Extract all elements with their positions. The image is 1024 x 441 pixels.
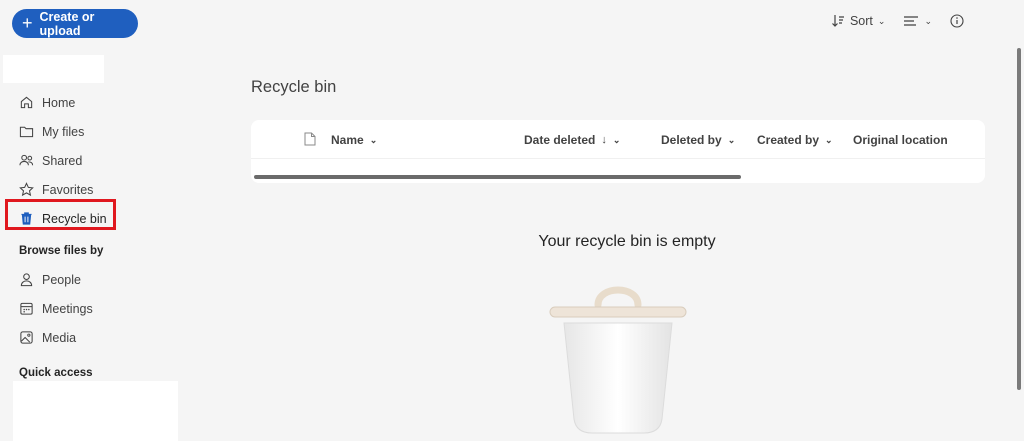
chevron-down-icon: ⌄	[369, 134, 378, 145]
sidebar-item-home[interactable]: Home	[0, 88, 180, 117]
empty-state-message: Your recycle bin is empty	[538, 233, 716, 250]
sidebar-item-people[interactable]: People	[0, 265, 180, 294]
calendar-icon	[20, 302, 33, 315]
column-label: Deleted by	[661, 133, 722, 147]
sidebar-item-label: People	[42, 272, 81, 287]
chevron-down-icon: ⌄	[727, 134, 736, 145]
table-header: Name ⌄ Date deleted ↓ ⌄ Deleted by ⌄ Cre…	[251, 120, 985, 159]
account-placeholder	[3, 55, 104, 83]
sort-label: Sort	[849, 14, 873, 28]
page-title: Recycle bin	[251, 78, 337, 96]
chevron-down-icon: ⌄	[877, 15, 886, 26]
sidebar-item-label: Meetings	[42, 301, 93, 316]
sidebar-item-shared[interactable]: Shared	[0, 146, 180, 175]
chevron-down-icon: ⌄	[924, 15, 932, 26]
info-icon	[950, 14, 964, 28]
sidebar-item-label: Home	[42, 95, 76, 110]
column-label: Name	[331, 133, 364, 147]
column-label: Original location	[853, 133, 948, 147]
quick-access-heading: Quick access	[19, 367, 93, 379]
toolbar: Sort ⌄ ⌄	[831, 14, 964, 28]
sidebar-item-label: Shared	[42, 153, 83, 168]
horizontal-scrollbar[interactable]	[254, 175, 741, 179]
browse-nav: People Meetings Media	[0, 265, 180, 352]
home-icon	[20, 96, 33, 109]
sort-button[interactable]: Sort ⌄	[831, 14, 885, 28]
vertical-scrollbar[interactable]	[1017, 48, 1021, 390]
chevron-down-icon: ⌄	[612, 134, 621, 145]
column-header-date-deleted[interactable]: Date deleted ↓ ⌄	[524, 133, 620, 147]
column-label: Date deleted	[524, 133, 596, 147]
file-type-icon	[304, 132, 316, 146]
file-table: Name ⌄ Date deleted ↓ ⌄ Deleted by ⌄ Cre…	[251, 120, 985, 183]
create-or-upload-label: Create or upload	[39, 9, 95, 38]
folder-icon	[19, 126, 34, 138]
sidebar-item-label: Favorites	[42, 182, 94, 197]
sidebar-item-meetings[interactable]: Meetings	[0, 294, 180, 323]
sort-icon	[832, 15, 844, 27]
column-header-created-by[interactable]: Created by ⌄	[757, 133, 833, 147]
sidebar-item-label: Media	[42, 330, 77, 345]
people-icon	[19, 154, 34, 166]
chevron-down-icon: ⌄	[825, 134, 833, 145]
column-header-deleted-by[interactable]: Deleted by ⌄	[661, 133, 735, 147]
sidebar-item-media[interactable]: Media	[0, 323, 180, 352]
recycle-bin-highlight	[5, 199, 116, 230]
view-options-button[interactable]: ⌄	[903, 15, 932, 27]
sidebar-item-label: My files	[42, 124, 85, 139]
person-icon	[20, 273, 33, 287]
plus-icon: +	[22, 12, 33, 33]
list-view-icon	[904, 16, 919, 26]
column-header-original-location[interactable]: Original location	[853, 133, 948, 147]
quick-access-placeholder	[13, 381, 178, 441]
details-button[interactable]	[950, 14, 964, 28]
create-or-upload-button[interactable]: + Create or upload	[12, 9, 138, 38]
star-icon	[19, 182, 34, 197]
sidebar-item-my-files[interactable]: My files	[0, 117, 180, 146]
empty-bin-illustration	[549, 286, 687, 434]
arrow-down-icon: ↓	[601, 134, 607, 146]
column-label: Created by	[757, 133, 820, 147]
column-header-name[interactable]: Name ⌄	[331, 133, 377, 147]
image-icon	[20, 331, 33, 344]
